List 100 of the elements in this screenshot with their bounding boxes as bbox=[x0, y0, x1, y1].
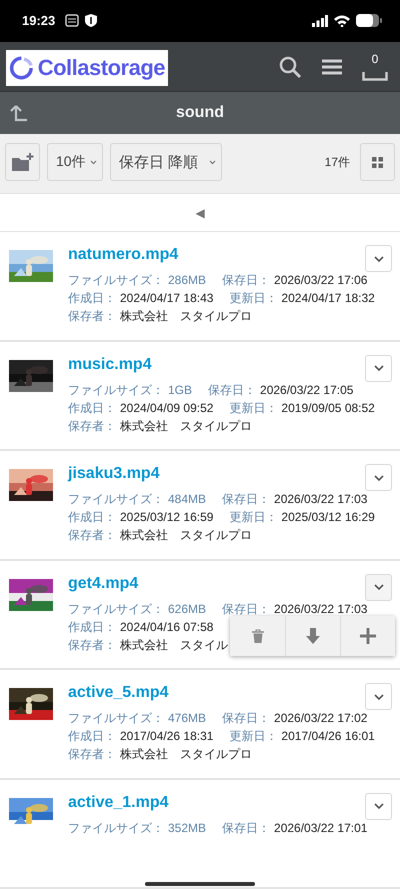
field-value: 1GB bbox=[168, 382, 192, 399]
plus-icon bbox=[360, 628, 376, 644]
field-label: 保存者： bbox=[68, 636, 116, 654]
field-label: ファイルサイズ： bbox=[68, 600, 164, 618]
field-label: 作成日： bbox=[68, 400, 116, 417]
field-value: 626MB bbox=[168, 600, 206, 618]
field-value: 2019/09/05 08:52 bbox=[281, 400, 375, 417]
field-label: 更新日： bbox=[229, 290, 278, 308]
field-value: 2024/04/09 09:52 bbox=[120, 400, 214, 417]
field-label: 作成日： bbox=[68, 728, 116, 746]
menu-icon bbox=[322, 58, 342, 75]
field-value: 2017/04/26 18:31 bbox=[120, 728, 214, 746]
file-name-link[interactable]: music.mp4 bbox=[68, 354, 152, 375]
field-value: 2026/03/22 17:01 bbox=[274, 820, 368, 836]
new-folder-button[interactable] bbox=[5, 143, 40, 182]
chevron-icon bbox=[209, 160, 216, 165]
field-value: 株式会社 スタイルプロ bbox=[120, 418, 252, 435]
add-button[interactable] bbox=[340, 616, 395, 656]
field-label: 保存日： bbox=[222, 491, 270, 508]
dropdown-button[interactable] bbox=[365, 245, 392, 272]
field-label: ファイルサイズ： bbox=[68, 272, 164, 290]
field-value: 2024/04/16 07:58 bbox=[120, 618, 214, 636]
cart-count: 0 bbox=[370, 52, 380, 66]
folder-title: sound bbox=[176, 104, 224, 122]
field-value: 2017/04/26 16:01 bbox=[281, 728, 375, 746]
field-value: 2026/03/22 17:05 bbox=[260, 382, 354, 399]
field-value: 2026/03/22 17:06 bbox=[274, 272, 368, 290]
field-value: 2024/04/17 18:43 bbox=[120, 290, 214, 308]
field-label: 作成日： bbox=[68, 290, 116, 308]
dropdown-button[interactable] bbox=[365, 574, 392, 601]
dropdown-button[interactable] bbox=[365, 464, 392, 492]
field-label: 作成日： bbox=[68, 509, 116, 526]
tray-icon bbox=[362, 72, 388, 81]
file-name-link[interactable]: get4.mp4 bbox=[68, 574, 138, 594]
field-label: 保存日： bbox=[222, 600, 270, 618]
field-label: ファイルサイズ： bbox=[68, 491, 164, 508]
delete-button[interactable] bbox=[230, 616, 285, 656]
signal-icon bbox=[312, 14, 328, 27]
field-label: 更新日： bbox=[229, 509, 278, 526]
field-value: 株式会社 スタイルプロ bbox=[120, 527, 252, 544]
file-name-link[interactable]: jisaku3.mp4 bbox=[68, 464, 160, 484]
field-label: 保存者： bbox=[68, 527, 116, 544]
field-value: 2026/03/22 17:03 bbox=[274, 600, 368, 618]
field-value: 2025/03/12 16:59 bbox=[120, 509, 214, 526]
field-label: 保存者： bbox=[68, 418, 116, 435]
field-value: 株式会社 スタイルプロ bbox=[120, 746, 252, 764]
wifi-icon bbox=[334, 14, 350, 27]
logo[interactable]: Collastorage bbox=[6, 50, 168, 86]
folder-plus-icon bbox=[12, 153, 34, 172]
field-value: 352MB bbox=[168, 820, 206, 836]
file-name-link[interactable]: active_5.mp4 bbox=[68, 683, 169, 704]
field-label: 保存日： bbox=[222, 272, 270, 290]
chevron-icon bbox=[374, 584, 384, 590]
logo-icon bbox=[9, 54, 34, 82]
sort-select[interactable]: 保存日 降順 bbox=[110, 143, 222, 182]
field-value: 286MB bbox=[168, 272, 206, 290]
chevron-icon bbox=[374, 256, 384, 262]
cart-button[interactable]: 0 bbox=[360, 50, 390, 83]
download-icon bbox=[306, 628, 320, 644]
field-label: 保存日： bbox=[222, 710, 270, 728]
up-button[interactable] bbox=[10, 104, 28, 122]
field-label: 作成日： bbox=[68, 618, 116, 636]
file-name-link[interactable]: natumero.mp4 bbox=[68, 245, 178, 266]
field-label: 更新日： bbox=[229, 728, 278, 746]
clock-time: 19:23 bbox=[22, 13, 56, 28]
grid-icon bbox=[372, 156, 383, 168]
chevron-icon bbox=[374, 803, 384, 809]
field-value: 2026/03/22 17:02 bbox=[274, 710, 368, 728]
dropdown-button[interactable] bbox=[365, 792, 392, 820]
menu-button[interactable] bbox=[322, 58, 342, 75]
field-value: 476MB bbox=[168, 710, 206, 728]
download-button[interactable] bbox=[285, 616, 340, 656]
logo-text: Collastorage bbox=[38, 54, 165, 81]
up-arrow-icon bbox=[10, 104, 28, 122]
field-value: 株式会社 スタイル bbox=[120, 636, 228, 654]
field-label: 保存日： bbox=[208, 382, 256, 399]
field-value: 2025/03/12 16:29 bbox=[281, 509, 375, 526]
field-label: 保存者： bbox=[68, 746, 116, 764]
search-button[interactable] bbox=[278, 54, 302, 79]
field-label: ファイルサイズ： bbox=[68, 382, 164, 399]
file-name-link[interactable]: active_1.mp4 bbox=[68, 792, 169, 812]
per-page-select[interactable]: 10件 bbox=[47, 143, 103, 182]
chevron-icon bbox=[374, 474, 384, 481]
shield-icon bbox=[85, 14, 98, 28]
previous-page-button[interactable]: ◀ bbox=[0, 193, 400, 232]
dropdown-button[interactable] bbox=[365, 354, 392, 382]
search-icon bbox=[278, 54, 302, 79]
field-value: 2024/04/17 18:32 bbox=[281, 290, 375, 308]
dropdown-button[interactable] bbox=[365, 683, 392, 710]
trash-icon bbox=[252, 628, 264, 643]
field-value: 株式会社 スタイルプロ bbox=[120, 308, 252, 326]
field-label: ファイルサイズ： bbox=[68, 820, 164, 836]
field-label: 保存者： bbox=[68, 308, 116, 326]
field-value: 2026/03/22 17:03 bbox=[274, 491, 368, 508]
item-count: 17件 bbox=[324, 154, 350, 171]
grid-view-button[interactable] bbox=[360, 143, 395, 182]
field-label: 更新日： bbox=[229, 400, 278, 417]
calendar-icon bbox=[65, 14, 80, 28]
battery-icon bbox=[356, 14, 382, 28]
chevron-icon bbox=[374, 694, 384, 700]
